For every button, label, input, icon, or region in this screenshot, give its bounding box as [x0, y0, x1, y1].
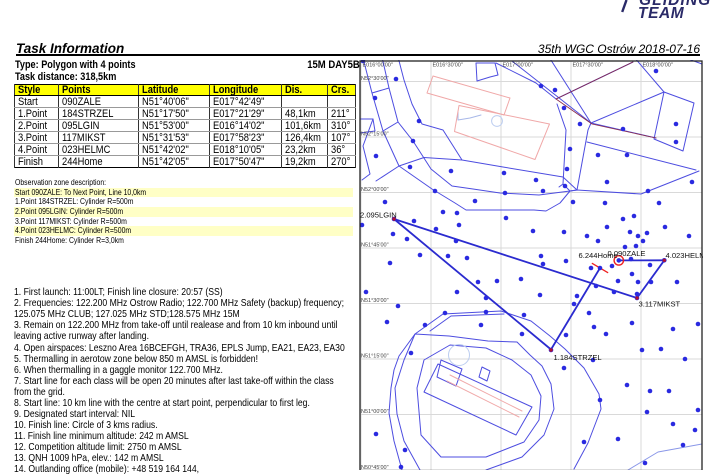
svg-text:E017°30'00": E017°30'00" [573, 63, 603, 69]
svg-text:N52°15'00": N52°15'00" [361, 132, 389, 138]
svg-text:N51°15'00": N51°15'00" [361, 354, 389, 360]
svg-text:2.095LGIN: 2.095LGIN [360, 211, 397, 220]
svg-text:E016°30'00": E016°30'00" [433, 63, 463, 69]
svg-text:E018°00'00": E018°00'00" [643, 63, 673, 69]
svg-text:N51°00'00": N51°00'00" [361, 409, 389, 415]
svg-text:1.184STRZEL: 1.184STRZEL [554, 353, 602, 362]
svg-text:N51°45'00": N51°45'00" [361, 243, 389, 249]
svg-text:N50°45'00": N50°45'00" [361, 465, 389, 470]
svg-text:N52°00'00": N52°00'00" [361, 187, 389, 193]
svg-text:4.023HELMC: 4.023HELMC [666, 251, 704, 260]
svg-text:3.117MIKST: 3.117MIKST [639, 300, 681, 309]
svg-text:0.090ZALE: 0.090ZALE [608, 249, 646, 258]
svg-text:N51°30'00": N51°30'00" [361, 298, 389, 304]
svg-text:N52°30'00": N52°30'00" [361, 76, 389, 82]
svg-text:E017°00'00": E017°00'00" [503, 63, 533, 69]
svg-text:E016°00'00": E016°00'00" [363, 63, 393, 69]
